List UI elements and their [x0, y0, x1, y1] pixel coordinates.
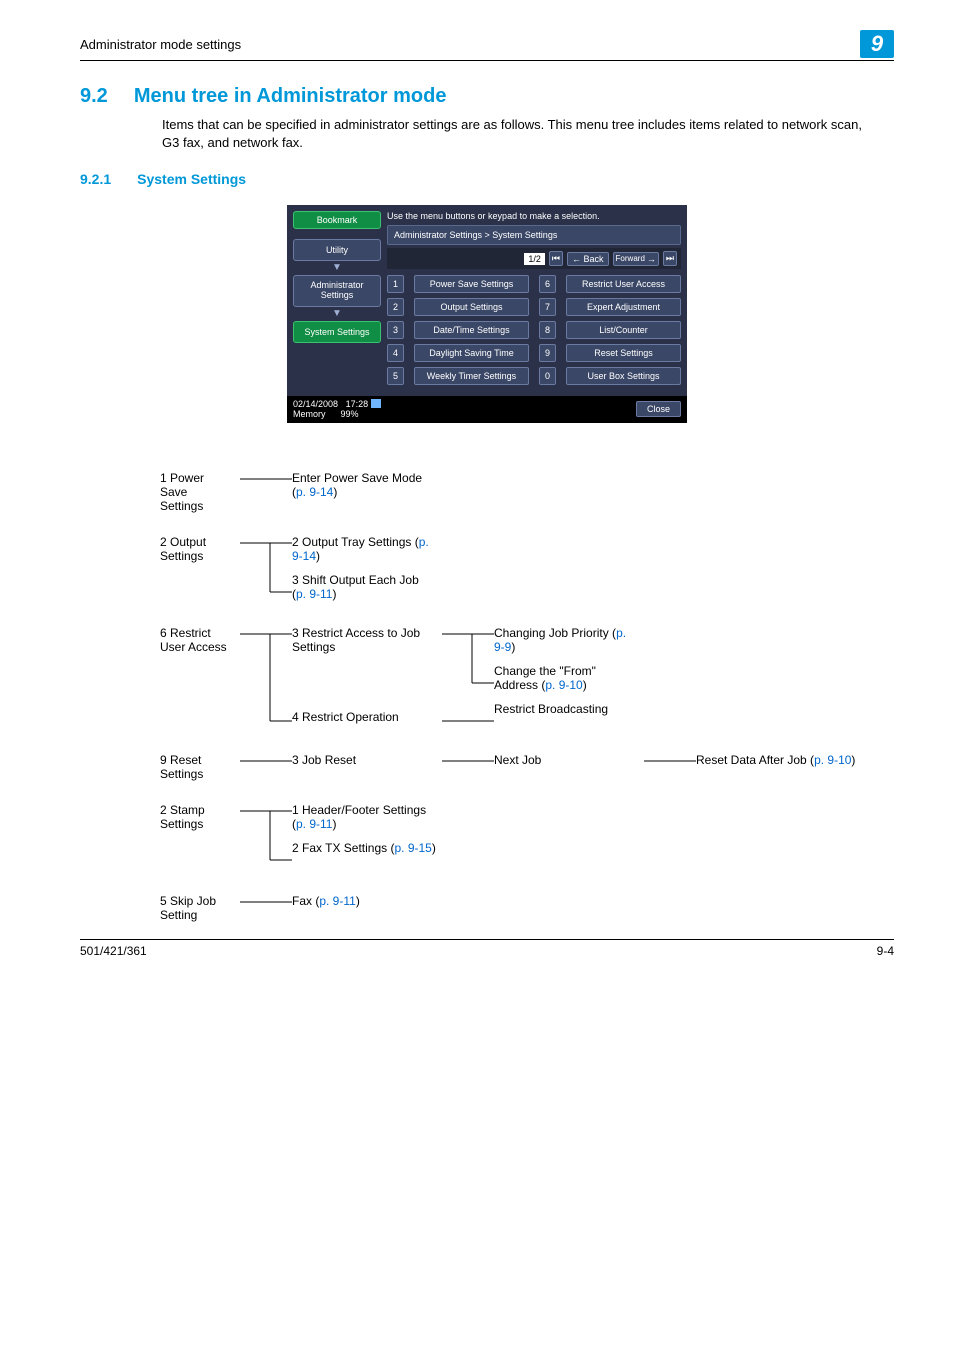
page-ref-link[interactable]: p. 9-11 — [296, 587, 332, 601]
tree-level2: 2 Fax TX Settings (p. 9-15) — [292, 841, 436, 855]
status-date: 02/14/2008 — [293, 399, 338, 409]
back-label: Back — [584, 254, 604, 264]
page-ref-link[interactable]: p. 9-11 — [296, 817, 332, 831]
forward-button[interactable]: Forward → — [613, 252, 659, 266]
memory-icon — [371, 399, 381, 408]
menu-number: 1 — [387, 275, 404, 293]
screenshot-instruction: Use the menu buttons or keypad to make a… — [387, 211, 681, 225]
menu-item-button[interactable]: Power Save Settings — [414, 275, 529, 293]
tree-level3: Changing Job Priority (p. 9-9) — [494, 626, 638, 654]
chevron-down-icon: ▼ — [293, 309, 381, 319]
tree-level1: 9 Reset Settings — [80, 753, 240, 781]
tree-level2: 4 Restrict Operation — [292, 710, 436, 724]
footer-page-number: 9-4 — [877, 944, 894, 958]
tree-level2: Enter Power Save Mode (p. 9-14) — [292, 471, 442, 499]
tree-level1: 1 Power Save Settings — [80, 471, 240, 513]
menu-number: 9 — [539, 344, 556, 362]
footer-model: 501/421/361 — [80, 944, 147, 958]
menu-item-button[interactable]: Restrict User Access — [566, 275, 681, 293]
menu-item-button[interactable]: Reset Settings — [566, 344, 681, 362]
menu-item-button[interactable]: Daylight Saving Time — [414, 344, 529, 362]
tree-level2: 3 Restrict Access to Job Settings — [292, 626, 436, 654]
menu-number: 3 — [387, 321, 404, 339]
menu-number: 7 — [539, 298, 556, 316]
tree-level2: Fax (p. 9-11) — [292, 894, 442, 908]
settings-screenshot: Bookmark Utility ▼ Administrator Setting… — [287, 205, 687, 423]
page-ref-link[interactable]: p. 9-14 — [296, 485, 333, 499]
page-ref-link[interactable]: p. 9-11 — [319, 894, 355, 908]
last-page-button[interactable]: ⏭ — [663, 251, 677, 266]
tree-level4: Reset Data After Job (p. 9-10) — [696, 753, 866, 767]
close-button[interactable]: Close — [636, 401, 681, 417]
status-memory-label: Memory — [293, 409, 326, 419]
menu-item-button[interactable]: List/Counter — [566, 321, 681, 339]
tree-level2: 1 Header/Footer Settings (p. 9-11) — [292, 803, 436, 831]
tree-level1: 2 Stamp Settings — [80, 803, 240, 831]
tree-level3: Next Job — [494, 753, 644, 767]
tree-level2: 2 Output Tray Settings (p. 9-14) — [292, 535, 436, 563]
subsection-title: System Settings — [137, 171, 246, 187]
status-bar: 02/14/2008 17:28 Memory 99% — [293, 399, 381, 420]
menu-number: 4 — [387, 344, 404, 362]
subsection-number: 9.2.1 — [80, 171, 111, 187]
tree-level3: Change the "From" Address (p. 9-10) — [494, 664, 638, 692]
tree-level1: 6 Restrict User Access — [80, 626, 240, 654]
menu-item-button[interactable]: Date/Time Settings — [414, 321, 529, 339]
menu-number: 5 — [387, 367, 404, 385]
breadcrumb: Administrator Settings > System Settings — [387, 225, 681, 245]
tree-level1: 5 Skip Job Setting — [80, 894, 240, 922]
menu-number: 2 — [387, 298, 404, 316]
page-ref-link[interactable]: p. 9-15 — [395, 841, 432, 855]
section-title: Menu tree in Administrator mode — [134, 85, 447, 108]
bookmark-button[interactable]: Bookmark — [293, 211, 381, 229]
first-page-button[interactable]: ⏮ — [549, 251, 563, 266]
page-ref-link[interactable]: p. 9-10 — [814, 753, 851, 767]
menu-number: 0 — [539, 367, 556, 385]
menu-item-button[interactable]: Weekly Timer Settings — [414, 367, 529, 385]
forward-label: Forward — [616, 254, 645, 263]
menu-number: 8 — [539, 321, 556, 339]
menu-number: 6 — [539, 275, 556, 293]
section-number: 9.2 — [80, 85, 108, 108]
menu-item-button[interactable]: Expert Adjustment — [566, 298, 681, 316]
tree-level2: 3 Job Reset — [292, 753, 442, 767]
chevron-down-icon: ▼ — [293, 263, 381, 273]
page-ref-link[interactable]: p. 9-10 — [545, 678, 582, 692]
tree-level3: Restrict Broadcasting — [494, 702, 638, 716]
sidebar-item-utility[interactable]: Utility — [293, 239, 381, 261]
back-button[interactable]: ← Back — [567, 252, 609, 266]
page-indicator: 1/2 — [524, 253, 545, 265]
menu-item-button[interactable]: User Box Settings — [566, 367, 681, 385]
menu-item-button[interactable]: Output Settings — [414, 298, 529, 316]
status-time: 17:28 — [346, 399, 369, 409]
section-body-text: Items that can be specified in administr… — [162, 116, 862, 151]
sidebar-item-system-settings[interactable]: System Settings — [293, 321, 381, 343]
chapter-badge: 9 — [860, 30, 894, 58]
tree-level2: 3 Shift Output Each Job (p. 9-11) — [292, 573, 436, 601]
page-running-head: Administrator mode settings — [80, 37, 241, 52]
sidebar-item-admin-settings[interactable]: Administrator Settings — [293, 275, 381, 307]
status-memory-pct: 99% — [341, 409, 359, 419]
menu-tree: 1 Power Save Settings Enter Power Save M… — [80, 471, 894, 922]
tree-level1: 2 Output Settings — [80, 535, 240, 563]
